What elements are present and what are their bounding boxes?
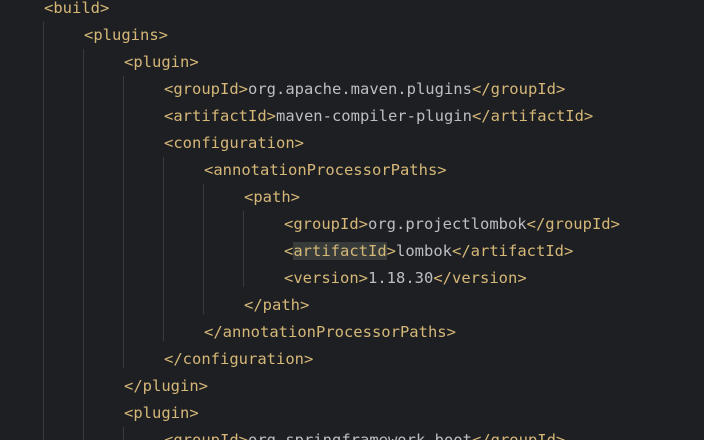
open-tag: <annotationProcessorPaths>: [204, 161, 447, 179]
tag-value: org.apache.maven.plugins: [248, 80, 472, 98]
close-tag: </version>: [433, 269, 527, 287]
code-line[interactable]: <plugin>: [124, 400, 199, 427]
open-tag: <configuration>: [164, 134, 304, 152]
open-tag: </path>: [244, 296, 310, 314]
close-tag: </groupId>: [471, 80, 566, 98]
open-tag: <plugin>: [124, 404, 199, 422]
indent-guide: [203, 184, 204, 314]
open-tag-name-highlighted: artifactId: [293, 242, 387, 260]
code-line[interactable]: <version>1.18.30</version>: [284, 265, 527, 292]
close-tag: </artifactId>: [471, 107, 594, 125]
indent-guide: [123, 76, 124, 368]
tag-value: lombok: [396, 242, 453, 260]
tag-value: maven-compiler-plugin: [275, 107, 472, 125]
tag-value: 1.18.30: [368, 269, 434, 287]
code-line[interactable]: <plugin>: [124, 49, 199, 76]
open-tag: <plugin>: [124, 53, 199, 71]
open-tag: <artifactId>: [164, 107, 276, 125]
open-tag: <groupId>: [284, 215, 368, 233]
code-line[interactable]: </configuration>: [164, 346, 313, 373]
code-line[interactable]: <plugins>: [84, 22, 168, 49]
tag-value: org.projectlombok: [368, 215, 527, 233]
close-tag: </artifactId>: [452, 242, 574, 260]
tag-value: org.springframework.boot: [248, 431, 472, 440]
code-line[interactable]: <annotationProcessorPaths>: [204, 157, 447, 184]
code-line[interactable]: <build>: [44, 0, 109, 22]
open-tag: </plugin>: [124, 377, 208, 395]
open-tag: <plugins>: [84, 26, 168, 44]
open-tag: <groupId>: [164, 80, 248, 98]
open-tag: <groupId>: [164, 431, 248, 440]
indent-guide: [163, 157, 164, 341]
open-tag: </annotationProcessorPaths>: [204, 323, 456, 341]
code-line[interactable]: <configuration>: [164, 130, 304, 157]
code-line[interactable]: <groupId>org.springframework.boot</group…: [164, 427, 565, 440]
code-line[interactable]: </path>: [244, 292, 309, 319]
close-tag: </groupId>: [471, 431, 566, 440]
open-tag-bracket: <: [284, 242, 294, 260]
indent-guide: [123, 427, 124, 440]
open-tag-bracket: >: [386, 242, 397, 260]
indent-guide: [43, 22, 44, 440]
indent-guide: [243, 211, 244, 287]
open-tag: </configuration>: [164, 350, 314, 368]
open-tag: <build>: [44, 0, 110, 17]
code-line[interactable]: </plugin>: [124, 373, 208, 400]
code-editor[interactable]: <build> <plugins> <plugin> <groupId>org.apa…: [0, 0, 704, 440]
code-line[interactable]: <artifactId>maven-compiler-plugin</artif…: [164, 103, 593, 130]
code-line[interactable]: <artifactId>lombok</artifactId>: [284, 238, 573, 265]
code-line[interactable]: </annotationProcessorPaths>: [204, 319, 456, 346]
close-tag: </groupId>: [526, 215, 620, 233]
open-tag: <path>: [244, 188, 300, 206]
indent-guide: [83, 49, 84, 440]
open-tag: <version>: [284, 269, 368, 287]
code-line[interactable]: <groupId>org.apache.maven.plugins</group…: [164, 76, 565, 103]
code-line[interactable]: <groupId>org.projectlombok</groupId>: [284, 211, 620, 238]
code-line[interactable]: <path>: [244, 184, 300, 211]
